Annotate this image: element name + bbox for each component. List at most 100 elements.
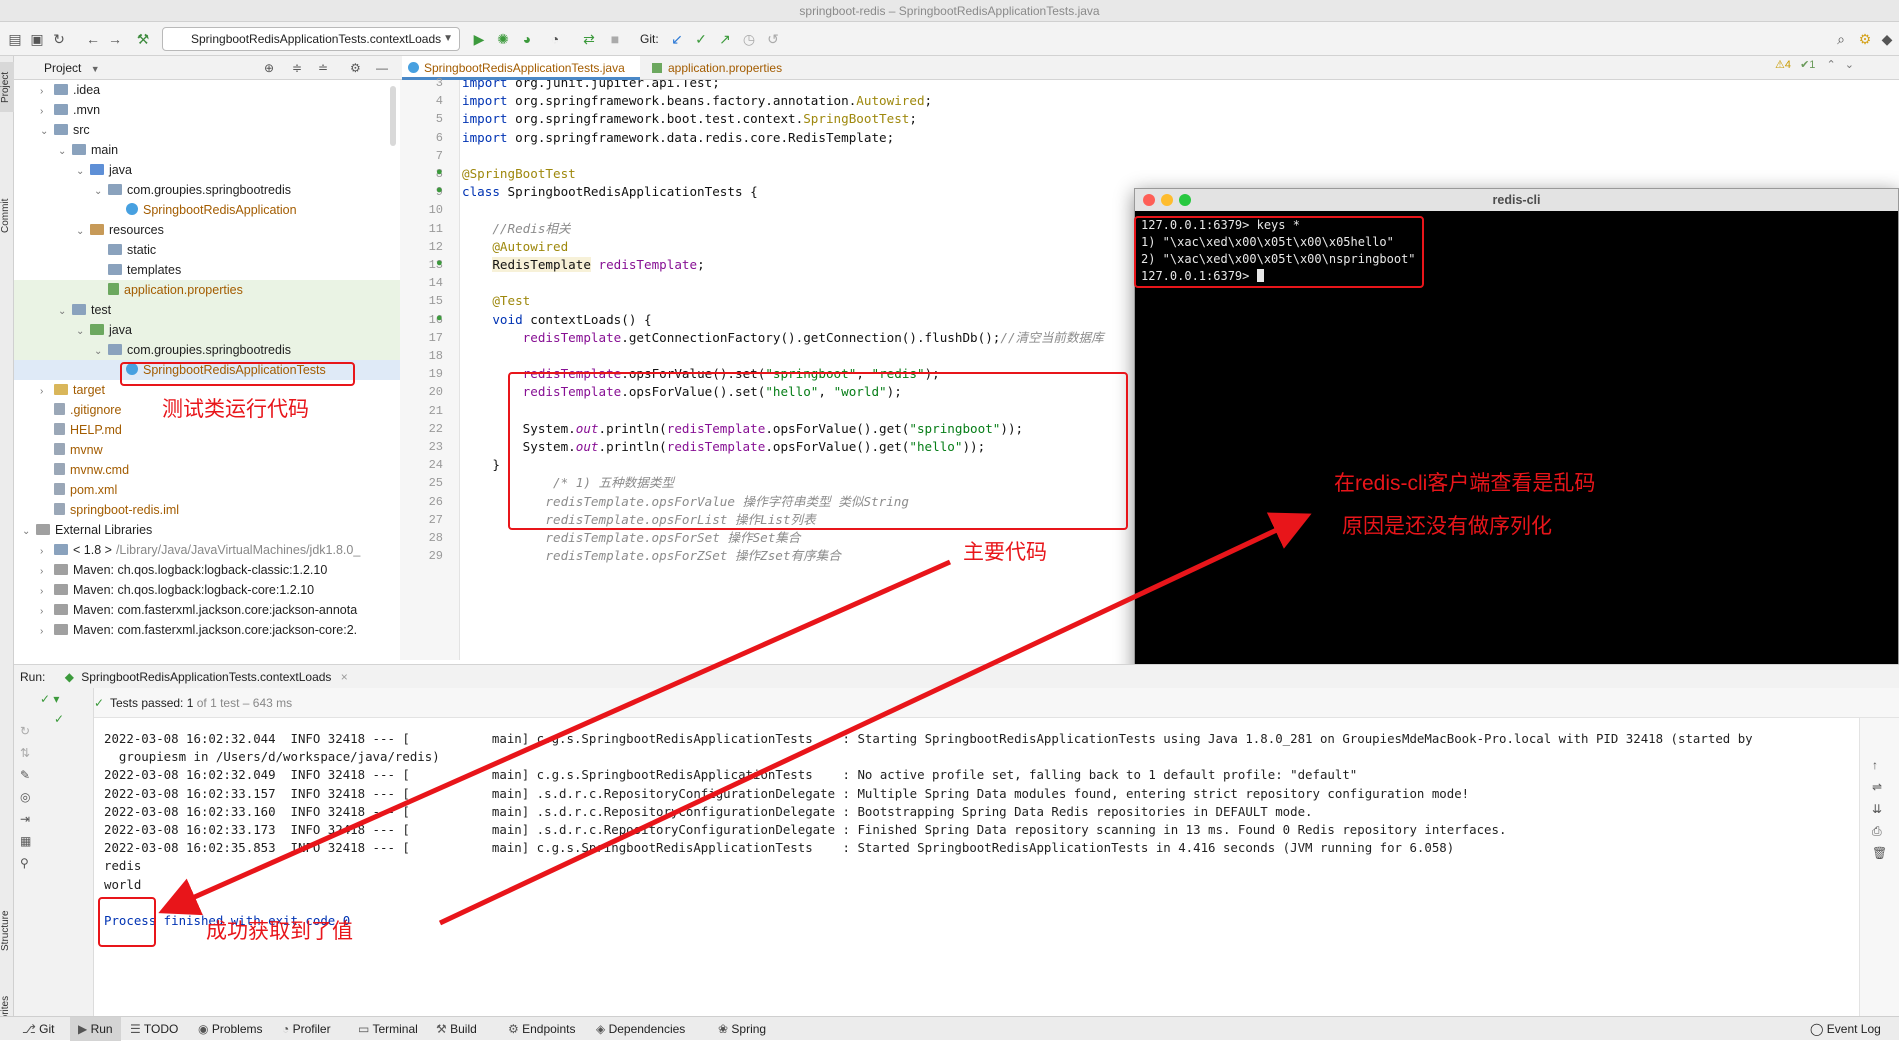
tree-item[interactable]: ⌄ test — [58, 300, 111, 320]
commit-tool-tab[interactable]: Commit — [0, 186, 14, 246]
tree-item[interactable]: › .idea — [40, 80, 100, 100]
tree-item[interactable]: springboot-redis.iml — [40, 500, 179, 520]
build-icon[interactable]: ⚒ — [134, 30, 152, 48]
tool-tab-run[interactable]: ▶ Run — [70, 1017, 121, 1041]
git-commit-icon[interactable]: ✓ — [692, 30, 710, 48]
chevron-down-icon[interactable]: ▼ — [91, 64, 100, 74]
git-push-icon[interactable]: ↗ — [716, 30, 734, 48]
chevron-icon[interactable]: ⌄ — [94, 342, 108, 362]
sync-icon[interactable]: ↻ — [50, 30, 68, 48]
tree-child-passed-icon[interactable]: ✓ — [54, 712, 64, 726]
git-history-icon[interactable]: ◷ — [740, 30, 758, 48]
code-line[interactable]: import org.springframework.data.redis.co… — [462, 127, 894, 149]
tree-item[interactable]: › Maven: ch.qos.logback:logback-classic:1… — [40, 560, 327, 580]
run-config-select[interactable]: SpringbootRedisApplicationTests.contextL… — [162, 27, 460, 51]
tree-item[interactable]: application.properties — [94, 280, 243, 300]
tree-item[interactable]: ⌄ resources — [76, 220, 164, 240]
chevron-icon[interactable]: ⌄ — [22, 522, 36, 542]
chevron-icon[interactable]: ⌄ — [76, 222, 90, 242]
wrench-icon[interactable]: ✎ — [20, 768, 30, 782]
inspection-widget[interactable]: ⚠4 ✔1 ⌃ ⌄ — [1775, 58, 1854, 71]
tree-item[interactable]: templates — [94, 260, 181, 280]
project-tool-tab[interactable]: Project — [0, 62, 14, 112]
close-window-button[interactable] — [1143, 194, 1155, 206]
run-icon[interactable]: ▶ — [470, 30, 488, 48]
chevron-icon[interactable]: ⌄ — [58, 142, 72, 162]
run-test-class-icon[interactable]: ● — [436, 184, 443, 196]
minimize-icon[interactable]: — — [376, 56, 388, 80]
tree-item[interactable]: ⌄ java — [76, 160, 132, 180]
tool-tab-todo[interactable]: ☰ TODO — [130, 1017, 178, 1041]
tool-tab-profiler[interactable]: ◔ Profiler — [282, 1017, 331, 1041]
code-line[interactable]: class SpringbootRedisApplicationTests { — [462, 181, 758, 203]
attach-icon[interactable]: ⇄ — [580, 30, 598, 48]
tree-item[interactable]: ⌄ main — [58, 140, 118, 160]
tool-tab-endpoints[interactable]: ⚙ Endpoints — [508, 1017, 575, 1041]
tool-tab-dependencies[interactable]: ◈ Dependencies — [596, 1017, 685, 1041]
scroll-to-end-icon[interactable]: ⇊ — [1872, 802, 1882, 816]
locate-icon[interactable]: ⊕ — [264, 56, 274, 80]
run-test-method-icon[interactable]: ● — [436, 312, 443, 324]
chevron-icon[interactable]: › — [40, 622, 54, 642]
tool-tab-git[interactable]: ⎇ Git — [22, 1017, 55, 1041]
settings-icon[interactable]: ⚙ — [1856, 30, 1874, 48]
code-editor[interactable]: import org.junit.jupiter.api.Test; import… — [462, 80, 1152, 660]
gear-icon[interactable]: ⚙ — [350, 56, 361, 80]
layout-icon[interactable]: ▦ — [20, 834, 31, 848]
folder-icon[interactable]: ▤ — [6, 30, 24, 48]
collapse-all-icon[interactable]: ≐ — [318, 56, 328, 80]
chevron-icon[interactable]: › — [40, 582, 54, 602]
chevron-icon[interactable]: › — [40, 82, 54, 102]
forward-icon[interactable]: → — [106, 30, 124, 48]
stop-icon[interactable]: ■ — [606, 30, 624, 48]
chevron-up-icon[interactable]: ⌃ — [1826, 59, 1835, 71]
tree-item[interactable]: › .mvn — [40, 100, 100, 120]
close-icon[interactable]: × — [341, 670, 348, 684]
autowired-icon[interactable]: ● — [436, 257, 443, 269]
tab-application-properties[interactable]: application.properties — [646, 56, 806, 80]
tree-item[interactable]: .gitignore — [40, 400, 121, 420]
code-line[interactable]: redisTemplate.opsForZSet 操作Zset有序集合 — [462, 545, 840, 567]
chevron-icon[interactable]: ⌄ — [94, 182, 108, 202]
back-icon[interactable]: ← — [84, 30, 102, 48]
chevron-icon[interactable]: › — [40, 102, 54, 122]
scroll-up-icon[interactable]: ↑ — [1872, 758, 1878, 772]
tool-tab-problems[interactable]: ◉ Problems — [198, 1017, 263, 1041]
soft-wrap-icon[interactable]: ⇌ — [1872, 780, 1882, 794]
trash-icon[interactable]: 🗑 — [1872, 846, 1887, 860]
tree-scrollbar[interactable] — [390, 86, 396, 146]
expand-all-icon[interactable]: ≑ — [292, 56, 302, 80]
camera-icon[interactable]: ◎ — [20, 790, 30, 804]
chevron-icon[interactable]: › — [40, 382, 54, 402]
code-line[interactable]: redisTemplate.getConnectionFactory().get… — [462, 327, 1104, 349]
chevron-icon[interactable]: › — [40, 602, 54, 622]
tree-item[interactable]: mvnw — [40, 440, 103, 460]
ide-icon[interactable]: ◆ — [1878, 30, 1896, 48]
code-line[interactable]: RedisTemplate redisTemplate; — [462, 254, 705, 276]
debug-icon[interactable]: ✺ — [494, 30, 512, 48]
tool-tab-build[interactable]: ⚒ Build — [436, 1017, 477, 1041]
tree-root-passed-icon[interactable]: ✓ ▾ — [40, 692, 59, 706]
chevron-icon[interactable]: › — [40, 562, 54, 582]
minimize-window-button[interactable] — [1161, 194, 1173, 206]
tree-item[interactable]: static — [94, 240, 156, 260]
tree-item[interactable]: ⌄ java — [76, 320, 132, 340]
chevron-icon[interactable]: ⌄ — [76, 322, 90, 342]
tree-item[interactable]: ⌄ src — [40, 120, 90, 140]
git-rollback-icon[interactable]: ↺ — [764, 30, 782, 48]
spring-bean-icon[interactable]: ● — [436, 166, 443, 178]
export-icon[interactable]: ⇥ — [20, 812, 30, 826]
print-icon[interactable]: ⎙ — [1872, 824, 1882, 839]
tool-tab-terminal[interactable]: ▭ Terminal — [358, 1017, 418, 1041]
project-panel-title[interactable]: Project — [44, 61, 81, 75]
structure-tool-tab[interactable]: Structure — [0, 896, 14, 966]
event-log-button[interactable]: ◯ Event Log — [1810, 1017, 1881, 1041]
zoom-window-button[interactable] — [1179, 194, 1191, 206]
tree-item[interactable]: › Maven: com.fasterxml.jackson.core:jacks… — [40, 600, 357, 620]
tree-item[interactable]: HELP.md — [40, 420, 122, 440]
tool-tab-spring[interactable]: ❀ Spring — [718, 1017, 766, 1041]
console-output[interactable]: 2022-03-08 16:02:32.044 INFO 32418 --- [… — [94, 718, 1859, 1016]
search-icon[interactable]: ⌕ — [1832, 30, 1850, 48]
chevron-icon[interactable]: ⌄ — [40, 122, 54, 142]
tree-item[interactable]: ⌄ com.groupies.springbootredis — [94, 180, 291, 200]
